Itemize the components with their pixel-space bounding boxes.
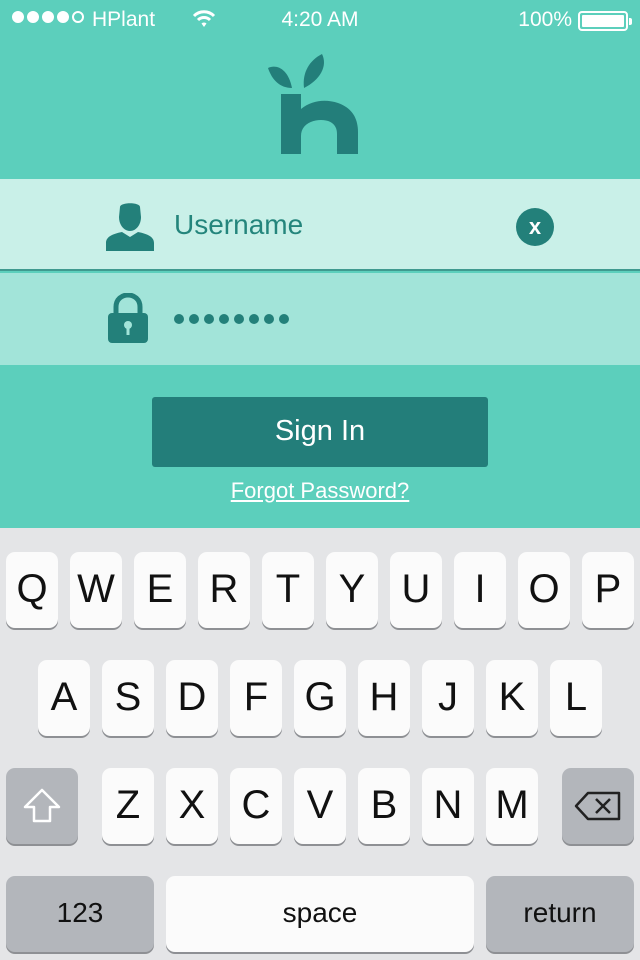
sign-in-button[interactable]: Sign In: [152, 397, 488, 467]
password-mask-dot: [204, 314, 214, 324]
key-x[interactable]: X: [166, 768, 218, 844]
key-d[interactable]: D: [166, 660, 218, 736]
password-mask-dot: [189, 314, 199, 324]
key-p[interactable]: P: [582, 552, 634, 628]
backspace-key[interactable]: [562, 768, 634, 844]
keyboard: QWERTYUIOP ASDFGHJKL ZXCVBNM 123 space r…: [0, 528, 640, 960]
password-mask-dot: [219, 314, 229, 324]
password-mask-dot: [249, 314, 259, 324]
password-mask-dot: [234, 314, 244, 324]
key-b[interactable]: B: [358, 768, 410, 844]
status-bar: HPlant 4:20 AM 100%: [0, 0, 640, 40]
user-icon: [106, 203, 154, 251]
username-field[interactable]: Username x: [0, 179, 640, 271]
lock-icon: [108, 293, 148, 343]
key-f[interactable]: F: [230, 660, 282, 736]
battery-percentage: 100%: [518, 8, 572, 31]
key-r[interactable]: R: [198, 552, 250, 628]
username-input[interactable]: Username: [174, 209, 303, 241]
key-s[interactable]: S: [102, 660, 154, 736]
key-k[interactable]: K: [486, 660, 538, 736]
shift-icon: [23, 788, 61, 823]
key-e[interactable]: E: [134, 552, 186, 628]
key-c[interactable]: C: [230, 768, 282, 844]
key-o[interactable]: O: [518, 552, 570, 628]
space-key[interactable]: space: [166, 876, 474, 952]
key-h[interactable]: H: [358, 660, 410, 736]
battery-icon: [578, 11, 632, 31]
key-z[interactable]: Z: [102, 768, 154, 844]
return-key[interactable]: return: [486, 876, 634, 952]
numbers-key[interactable]: 123: [6, 876, 154, 952]
key-a[interactable]: A: [38, 660, 90, 736]
key-m[interactable]: M: [486, 768, 538, 844]
forgot-password-link[interactable]: Forgot Password?: [0, 478, 640, 504]
key-n[interactable]: N: [422, 768, 474, 844]
key-l[interactable]: L: [550, 660, 602, 736]
key-u[interactable]: U: [390, 552, 442, 628]
key-w[interactable]: W: [70, 552, 122, 628]
shift-key[interactable]: [6, 768, 78, 844]
backspace-icon: [574, 791, 621, 821]
key-g[interactable]: G: [294, 660, 346, 736]
key-j[interactable]: J: [422, 660, 474, 736]
clear-username-button[interactable]: x: [516, 208, 554, 246]
key-q[interactable]: Q: [6, 552, 58, 628]
password-input[interactable]: [174, 314, 289, 324]
key-y[interactable]: Y: [326, 552, 378, 628]
password-mask-dot: [279, 314, 289, 324]
app-logo: [268, 54, 358, 154]
password-mask-dot: [264, 314, 274, 324]
key-i[interactable]: I: [454, 552, 506, 628]
password-mask-dot: [174, 314, 184, 324]
password-field[interactable]: [0, 273, 640, 365]
key-v[interactable]: V: [294, 768, 346, 844]
login-screen: HPlant 4:20 AM 100% Username x Sign In F…: [0, 0, 640, 528]
key-t[interactable]: T: [262, 552, 314, 628]
